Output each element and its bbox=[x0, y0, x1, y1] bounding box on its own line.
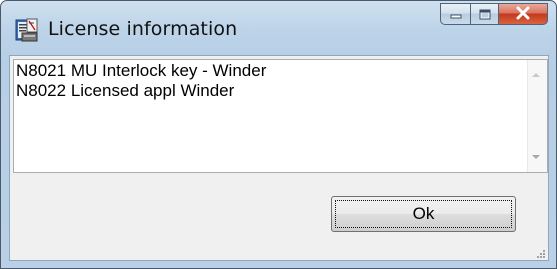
close-button[interactable] bbox=[499, 3, 548, 25]
resize-grip-icon[interactable] bbox=[534, 246, 546, 258]
license-app-icon bbox=[15, 18, 39, 42]
window-title: License information bbox=[48, 18, 238, 40]
close-icon bbox=[515, 5, 531, 24]
list-item[interactable]: N8022 Licensed appl Winder bbox=[16, 81, 266, 101]
scroll-down-icon[interactable] bbox=[532, 155, 540, 159]
title-bar[interactable]: License information bbox=[1, 1, 556, 55]
scroll-up-icon[interactable] bbox=[532, 73, 540, 77]
list-item[interactable]: N8021 MU Interlock key - Winder bbox=[16, 61, 266, 81]
maximize-button[interactable] bbox=[470, 3, 499, 25]
dialog-client-area: N8021 MU Interlock key - Winder N8022 Li… bbox=[9, 55, 549, 261]
caption-buttons bbox=[440, 3, 548, 25]
vertical-scrollbar[interactable] bbox=[527, 60, 547, 172]
maximize-icon bbox=[479, 5, 491, 24]
license-list[interactable]: N8021 MU Interlock key - Winder N8022 Li… bbox=[13, 59, 548, 173]
minimize-button[interactable] bbox=[440, 3, 470, 25]
license-dialog-window: License information N8021 MU Interlock k… bbox=[0, 0, 557, 269]
license-list-items: N8021 MU Interlock key - Winder N8022 Li… bbox=[16, 61, 266, 101]
minimize-icon bbox=[450, 5, 462, 24]
ok-button[interactable]: Ok bbox=[331, 196, 516, 232]
